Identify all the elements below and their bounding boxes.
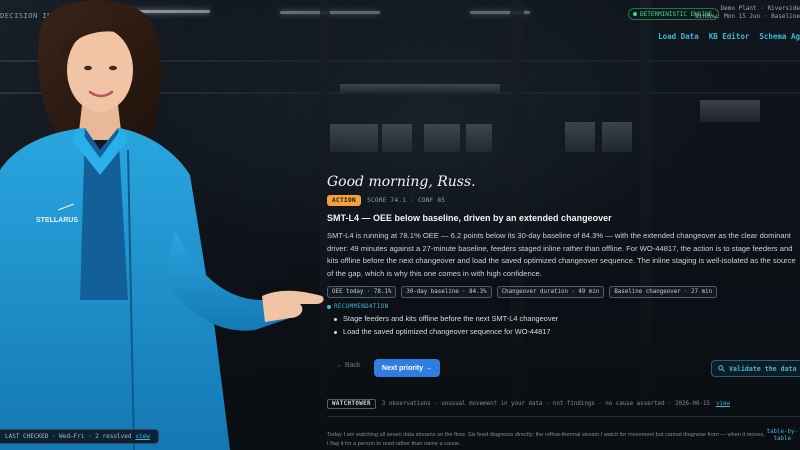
metric-chips: OEE today · 78.1% 30-day baseline · 84.3… xyxy=(327,286,800,298)
score-label: SCORE 74.1 · CONF 85 xyxy=(367,197,446,204)
recommendation-dot-icon xyxy=(327,305,331,309)
last-checked-label: LAST CHECKED · Wed–Fri · 2 resolved xyxy=(5,433,132,440)
divider xyxy=(327,416,800,417)
validate-data-label: Validate the data xyxy=(729,364,797,373)
chip-baseline: 30-day baseline · 84.3% xyxy=(401,286,492,298)
tag-row: ACTION SCORE 74.1 · CONF 85 xyxy=(327,195,800,206)
recommendation-list: Stage feeders and kits offline before th… xyxy=(327,313,800,338)
last-checked-view-link[interactable]: view xyxy=(135,433,149,440)
finding-headline: SMT-L4 — OEE below baseline, driven by a… xyxy=(327,213,612,223)
streams-note: Today I am watching all seven data strea… xyxy=(327,432,765,447)
site-window: Window: Mon 15 Jun · Baseline xyxy=(695,13,800,20)
watchtower-summary: 3 observations · unusual movement in you… xyxy=(381,401,710,407)
jacket-logo-text: STELLARUS xyxy=(36,217,78,224)
chip-oee-today: OEE today · 78.1% xyxy=(327,286,397,298)
briefing-panel: Good morning, Russ. ACTION SCORE 74.1 · … xyxy=(327,174,800,338)
watchtower-view-link[interactable]: view xyxy=(716,401,730,407)
site-info: Demo Plant · Riverside Window: Mon 15 Ju… xyxy=(695,5,800,21)
back-button[interactable]: ← Back xyxy=(336,362,361,369)
nav-schema[interactable]: Schema Ag xyxy=(759,32,800,41)
recommendation-label: RECOMMENDATION xyxy=(334,304,389,310)
site-name: Demo Plant · Riverside xyxy=(720,5,800,12)
greeting: Good morning, Russ. xyxy=(327,174,476,190)
chip-changeover-duration: Changeover duration · 49 min xyxy=(496,286,605,298)
last-checked-pill: LAST CHECKED · Wed–Fri · 2 resolved view xyxy=(0,429,159,444)
status-dot-icon xyxy=(633,12,637,16)
search-icon xyxy=(718,365,725,372)
action-badge: ACTION xyxy=(327,195,362,206)
finding-body: SMT-L4 is running at 78.1% OEE — 6.2 poi… xyxy=(327,231,796,278)
table-link-line1: table-by- xyxy=(766,429,798,435)
validate-data-button[interactable]: Validate the data xyxy=(711,360,800,377)
table-link-line2: table xyxy=(773,436,792,442)
recommendation-header: RECOMMENDATION xyxy=(327,304,800,310)
chip-baseline-changeover: Baseline changeover · 27 min xyxy=(609,286,718,298)
presenter-avatar: STELLARUS xyxy=(0,0,324,450)
top-nav: Load Data KB Editor Schema Ag xyxy=(658,32,800,41)
table-by-table-link[interactable]: table-by- table xyxy=(767,429,798,443)
list-item: Stage feeders and kits offline before th… xyxy=(327,313,800,326)
next-priority-button[interactable]: Next priority → xyxy=(374,359,440,377)
nav-kb-editor[interactable]: KB Editor xyxy=(709,32,750,41)
watchtower-bar: WATCHTOWER 3 observations · unusual move… xyxy=(327,399,730,409)
nav-load-data[interactable]: Load Data xyxy=(658,32,699,41)
list-item: Load the saved optimized changeover sequ… xyxy=(327,326,800,339)
watchtower-tag: WATCHTOWER xyxy=(327,399,376,409)
